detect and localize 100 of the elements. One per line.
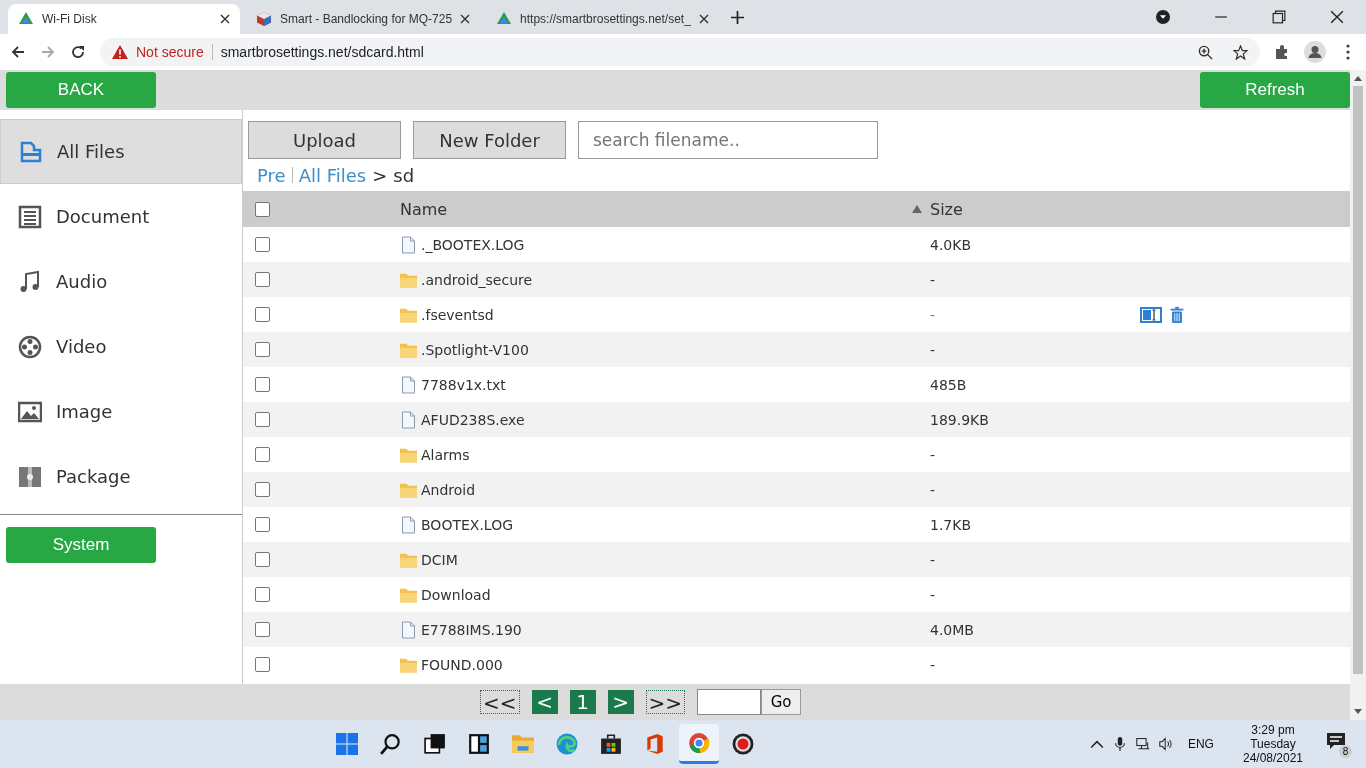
browser-logo-icon	[687, 731, 710, 754]
sidebar-item[interactable]: Audio	[0, 249, 242, 314]
file-size: 485B	[930, 376, 968, 393]
tab-title: Smart - Bandlocking for MQ-725	[280, 12, 453, 26]
close-icon[interactable]	[698, 14, 709, 24]
file-name[interactable]: Download	[421, 586, 491, 603]
close-icon[interactable]	[1330, 10, 1344, 24]
file-name[interactable]: FOUND.000	[421, 656, 503, 673]
back-arrow-icon[interactable]	[10, 44, 26, 60]
file-row[interactable]: .android_secure -	[243, 262, 1350, 297]
windows-logo-icon	[335, 733, 358, 755]
file-icon	[400, 235, 417, 254]
row-checkbox[interactable]	[255, 482, 270, 497]
file-size: -	[930, 271, 937, 288]
browser-tab[interactable]: Smart - Bandlocking for MQ-725	[246, 4, 481, 34]
package-icon	[18, 464, 42, 489]
file-name[interactable]: BOOTEX.LOG	[421, 516, 513, 533]
search-field[interactable]: search filename..	[578, 121, 878, 159]
sidebar-item[interactable]: All Files	[0, 119, 242, 184]
file-name[interactable]: 7788v1x.txt	[421, 376, 506, 393]
new-tab-icon[interactable]	[730, 10, 744, 24]
file-row[interactable]: DCIM -	[243, 542, 1350, 577]
scroll-down-arrow-icon[interactable]	[1354, 709, 1362, 715]
reload-icon[interactable]	[70, 44, 86, 60]
file-row[interactable]: .Spotlight-V100 -	[243, 332, 1350, 367]
folder-icon	[511, 733, 534, 755]
file-name[interactable]: .Spotlight-V100	[421, 341, 529, 358]
zoom-icon[interactable]	[1198, 44, 1213, 60]
file-name[interactable]: Alarms	[421, 446, 470, 463]
notification-count: 8	[1339, 745, 1352, 758]
file-name[interactable]: .fseventsd	[421, 306, 494, 323]
rename-icon[interactable]	[1140, 305, 1162, 324]
wave-logo-icon	[555, 733, 578, 755]
page-button[interactable]: <	[531, 690, 558, 714]
sidebar-item[interactable]: Image	[0, 379, 242, 444]
row-checkbox[interactable]	[255, 517, 270, 532]
file-size: 4.0MB	[930, 621, 975, 638]
breadcrumb-current: sd	[393, 164, 415, 186]
sidebar-item[interactable]: Video	[0, 314, 242, 379]
browser-tab[interactable]: Wi-Fi Disk	[8, 4, 240, 34]
row-checkbox[interactable]	[255, 657, 270, 672]
clock[interactable]: 3:29 pm Tuesday 24/08/2021	[1242, 723, 1303, 765]
row-checkbox[interactable]	[255, 307, 270, 322]
page-number-field[interactable]	[697, 689, 762, 715]
file-size: 4.0KB	[930, 236, 973, 253]
file-icon	[400, 620, 417, 639]
file-name[interactable]: AFUD238S.exe	[421, 411, 525, 428]
file-size: 189.9KB	[930, 411, 990, 428]
file-size: -	[930, 446, 937, 463]
microphone-icon[interactable]	[1112, 737, 1127, 751]
file-row[interactable]: AFUD238S.exe 189.9KB	[243, 402, 1350, 437]
tab-search-icon[interactable]	[1156, 10, 1170, 24]
row-checkbox[interactable]	[255, 412, 270, 427]
breadcrumb-link[interactable]: All Files	[298, 164, 367, 186]
file-name[interactable]: ._BOOTEX.LOG	[421, 236, 525, 253]
row-checkbox[interactable]	[255, 587, 270, 602]
select-all-checkbox[interactable]	[255, 201, 270, 217]
close-icon[interactable]	[460, 14, 471, 24]
upload-button[interactable]: Upload	[248, 121, 401, 159]
page-button[interactable]: 1	[569, 690, 596, 714]
sidebar-item[interactable]: Document	[0, 184, 242, 249]
network-icon[interactable]	[1135, 737, 1150, 751]
file-name[interactable]: Android	[421, 481, 476, 498]
cube-logo-icon	[256, 11, 272, 27]
file-name[interactable]: .android_secure	[421, 271, 533, 288]
column-header[interactable]: Size	[930, 199, 1130, 219]
speaker-icon[interactable]	[1158, 737, 1173, 751]
browser-tab[interactable]: https://smartbrosettings.net/set_	[486, 4, 719, 34]
column-header[interactable]: Name	[400, 199, 930, 219]
new-folder-button[interactable]: New Folder	[413, 121, 566, 159]
scroll-up-arrow-icon[interactable]	[1354, 75, 1362, 81]
file-row[interactable]: Android -	[243, 472, 1350, 507]
file-row[interactable]: E7788IMS.190 4.0MB	[243, 612, 1350, 647]
address-bar[interactable]: Not secure smartbrosettings.net/sdcard.html	[100, 38, 1260, 66]
scrollbar[interactable]	[1350, 70, 1366, 720]
row-checkbox[interactable]	[255, 552, 270, 567]
file-size: -	[930, 306, 937, 323]
puzzle-icon[interactable]	[1274, 44, 1290, 60]
file-name[interactable]: E7788IMS.190	[421, 621, 522, 638]
profile-avatar-icon[interactable]	[1304, 41, 1326, 63]
file-name[interactable]: DCIM	[421, 551, 458, 568]
row-checkbox[interactable]	[255, 272, 270, 287]
row-checkbox[interactable]	[255, 237, 270, 252]
row-checkbox[interactable]	[255, 342, 270, 357]
sort-triangle-icon[interactable]	[912, 204, 922, 214]
row-checkbox[interactable]	[255, 377, 270, 392]
pre-link[interactable]: Pre	[257, 164, 286, 186]
star-icon[interactable]	[1233, 44, 1248, 60]
row-checkbox[interactable]	[255, 447, 270, 462]
shopping-bag-icon	[599, 733, 622, 755]
file-size: -	[930, 341, 937, 358]
language-indicator[interactable]: ENG	[1187, 737, 1214, 751]
page-button[interactable]: >	[607, 690, 634, 714]
sidebar-item[interactable]: Package	[0, 444, 242, 509]
close-icon[interactable]	[220, 14, 230, 24]
search-icon	[379, 733, 402, 755]
file-size: -	[930, 586, 937, 603]
go-button[interactable]: Go	[761, 689, 802, 715]
row-checkbox[interactable]	[255, 622, 270, 637]
restore-icon[interactable]	[1272, 10, 1286, 24]
